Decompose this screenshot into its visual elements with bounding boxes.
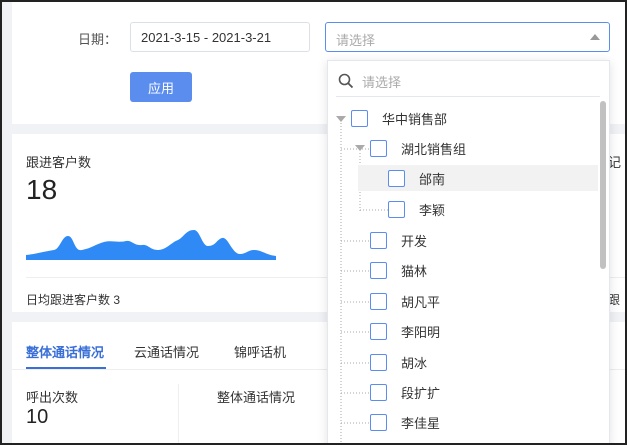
tree-node-mao-lin[interactable]: 猫林: [370, 257, 590, 283]
tree-checkbox[interactable]: [370, 353, 387, 371]
tree-node-li-yang-ming[interactable]: 李阳明: [370, 318, 590, 344]
app-frame: 日期： 2021-3-15 - 2021-3-21 请选择 应用 跟进客户数 1…: [0, 0, 627, 445]
tree-node-label: 李颖: [419, 202, 446, 218]
tree-checkbox[interactable]: [388, 200, 405, 218]
tree-node-li-jia-xing[interactable]: 李佳星: [370, 409, 590, 435]
calls-separator: [178, 384, 179, 443]
tree-node-kai-fa[interactable]: 开发: [370, 227, 590, 253]
tree-checkbox[interactable]: [370, 139, 387, 157]
tree-checkbox[interactable]: [351, 109, 368, 127]
tree-node-li-ying[interactable]: 李颖: [388, 196, 588, 222]
tree-node-label: 胡凡平: [401, 294, 441, 310]
tree-node-hu-bing[interactable]: 胡冰: [370, 349, 590, 375]
stats-value: 18: [26, 174, 58, 205]
tree-node-label: 李阳明: [401, 324, 441, 340]
dropdown-scrollbar[interactable]: [600, 101, 606, 269]
outbound-calls-value: 10: [26, 406, 49, 428]
tab-cloud-calls[interactable]: 云通话情况: [134, 342, 199, 361]
apply-button[interactable]: 应用: [130, 72, 192, 102]
tree-node-label: 开发: [401, 233, 428, 249]
sparkline-chart: [26, 230, 276, 260]
tree-checkbox[interactable]: [370, 292, 387, 310]
date-range-input[interactable]: 2021-3-15 - 2021-3-21: [130, 22, 310, 52]
tree-checkbox[interactable]: [370, 383, 387, 401]
tree-node-duan-kuo[interactable]: 段扩扩: [370, 379, 590, 405]
tree-node-hu-fan-ping[interactable]: 胡凡平: [370, 288, 590, 314]
tree-checkbox[interactable]: [370, 231, 387, 249]
department-select[interactable]: 请选择: [325, 22, 610, 52]
tree-node-hubei[interactable]: 湖北销售组: [370, 135, 590, 161]
tree-node-label: 李佳星: [401, 415, 441, 431]
department-tree-dropdown: 华中销售部 湖北销售组 邰南 李颖 开发 猫林 胡凡平 李阳明: [327, 60, 610, 443]
tree-node-label: 华中销售部: [382, 111, 448, 127]
sparkline-area: [26, 230, 276, 260]
caret-down-icon[interactable]: [336, 116, 346, 122]
tab-phone-calls[interactable]: 锦呼话机: [234, 342, 286, 361]
tree-node-label: 邰南: [419, 171, 446, 187]
outbound-calls-label: 呼出次数: [26, 390, 79, 405]
overall-calls-subtitle: 整体通话情况: [217, 390, 296, 405]
tree-node-label: 猫林: [401, 263, 428, 279]
date-label: 日期：: [78, 32, 118, 47]
tree-node-label: 胡冰: [401, 355, 428, 371]
tree-checkbox[interactable]: [370, 413, 387, 431]
tree-node-hua-zhong[interactable]: 华中销售部: [351, 105, 591, 131]
caret-down-icon[interactable]: [355, 145, 365, 151]
tree-node-label: 段扩扩: [401, 385, 441, 401]
stats-title: 跟进客户数: [26, 155, 92, 170]
tree-checkbox[interactable]: [388, 169, 405, 187]
tree-checkbox[interactable]: [370, 261, 387, 279]
department-select-placeholder: 请选择: [336, 33, 376, 48]
tree-node-label: 湖北销售组: [401, 141, 467, 157]
tree-checkbox[interactable]: [370, 322, 387, 340]
chevron-up-icon: [590, 34, 600, 40]
tab-overall-calls[interactable]: 整体通话情况: [26, 342, 104, 361]
tree-node-tai-nan[interactable]: 邰南: [358, 165, 598, 191]
stats-footer: 日均跟进客户数 3: [26, 293, 121, 307]
